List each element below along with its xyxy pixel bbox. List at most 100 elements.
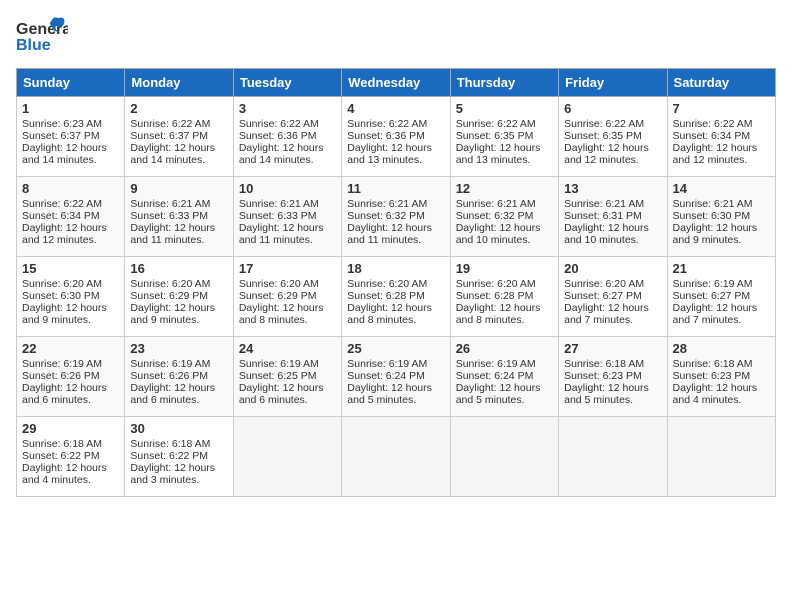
day-number: 25: [347, 341, 444, 356]
sunset-text: Sunset: 6:35 PM: [564, 130, 642, 142]
calendar-cell: [233, 417, 341, 497]
sunset-text: Sunset: 6:32 PM: [347, 210, 425, 222]
sunset-text: Sunset: 6:29 PM: [239, 290, 317, 302]
sunrise-text: Sunrise: 6:20 AM: [22, 278, 102, 290]
daylight-text: Daylight: 12 hours and 8 minutes.: [456, 302, 541, 326]
calendar-cell: 23 Sunrise: 6:19 AM Sunset: 6:26 PM Dayl…: [125, 337, 233, 417]
daylight-text: Daylight: 12 hours and 10 minutes.: [564, 222, 649, 246]
weekday-header-row: SundayMondayTuesdayWednesdayThursdayFrid…: [17, 69, 776, 97]
sunrise-text: Sunrise: 6:22 AM: [239, 118, 319, 130]
calendar-cell: [667, 417, 775, 497]
sunset-text: Sunset: 6:28 PM: [347, 290, 425, 302]
sunset-text: Sunset: 6:34 PM: [22, 210, 100, 222]
sunset-text: Sunset: 6:22 PM: [22, 450, 100, 462]
day-number: 18: [347, 261, 444, 276]
sunset-text: Sunset: 6:26 PM: [22, 370, 100, 382]
calendar-week-row: 15 Sunrise: 6:20 AM Sunset: 6:30 PM Dayl…: [17, 257, 776, 337]
weekday-header-monday: Monday: [125, 69, 233, 97]
calendar-cell: 21 Sunrise: 6:19 AM Sunset: 6:27 PM Dayl…: [667, 257, 775, 337]
weekday-header-sunday: Sunday: [17, 69, 125, 97]
calendar-week-row: 1 Sunrise: 6:23 AM Sunset: 6:37 PM Dayli…: [17, 97, 776, 177]
weekday-header-saturday: Saturday: [667, 69, 775, 97]
calendar-cell: 5 Sunrise: 6:22 AM Sunset: 6:35 PM Dayli…: [450, 97, 558, 177]
daylight-text: Daylight: 12 hours and 4 minutes.: [673, 382, 758, 406]
calendar-cell: 15 Sunrise: 6:20 AM Sunset: 6:30 PM Dayl…: [17, 257, 125, 337]
calendar-cell: 20 Sunrise: 6:20 AM Sunset: 6:27 PM Dayl…: [559, 257, 667, 337]
daylight-text: Daylight: 12 hours and 7 minutes.: [673, 302, 758, 326]
daylight-text: Daylight: 12 hours and 9 minutes.: [130, 302, 215, 326]
calendar-table: SundayMondayTuesdayWednesdayThursdayFrid…: [16, 68, 776, 497]
calendar-cell: 9 Sunrise: 6:21 AM Sunset: 6:33 PM Dayli…: [125, 177, 233, 257]
daylight-text: Daylight: 12 hours and 5 minutes.: [456, 382, 541, 406]
calendar-cell: 24 Sunrise: 6:19 AM Sunset: 6:25 PM Dayl…: [233, 337, 341, 417]
sunset-text: Sunset: 6:23 PM: [673, 370, 751, 382]
day-number: 2: [130, 101, 227, 116]
daylight-text: Daylight: 12 hours and 5 minutes.: [564, 382, 649, 406]
sunrise-text: Sunrise: 6:22 AM: [456, 118, 536, 130]
daylight-text: Daylight: 12 hours and 6 minutes.: [239, 382, 324, 406]
calendar-cell: [559, 417, 667, 497]
day-number: 11: [347, 181, 444, 196]
daylight-text: Daylight: 12 hours and 9 minutes.: [22, 302, 107, 326]
sunrise-text: Sunrise: 6:21 AM: [347, 198, 427, 210]
day-number: 21: [673, 261, 770, 276]
sunset-text: Sunset: 6:24 PM: [347, 370, 425, 382]
daylight-text: Daylight: 12 hours and 9 minutes.: [673, 222, 758, 246]
sunrise-text: Sunrise: 6:20 AM: [130, 278, 210, 290]
sunrise-text: Sunrise: 6:21 AM: [564, 198, 644, 210]
calendar-cell: 27 Sunrise: 6:18 AM Sunset: 6:23 PM Dayl…: [559, 337, 667, 417]
day-number: 16: [130, 261, 227, 276]
calendar-cell: 13 Sunrise: 6:21 AM Sunset: 6:31 PM Dayl…: [559, 177, 667, 257]
calendar-cell: 28 Sunrise: 6:18 AM Sunset: 6:23 PM Dayl…: [667, 337, 775, 417]
day-number: 29: [22, 421, 119, 436]
logo: General Blue: [16, 16, 68, 56]
daylight-text: Daylight: 12 hours and 12 minutes.: [673, 142, 758, 166]
day-number: 26: [456, 341, 553, 356]
day-number: 17: [239, 261, 336, 276]
day-number: 3: [239, 101, 336, 116]
page-header: General Blue: [16, 16, 776, 56]
sunrise-text: Sunrise: 6:19 AM: [347, 358, 427, 370]
day-number: 14: [673, 181, 770, 196]
sunset-text: Sunset: 6:25 PM: [239, 370, 317, 382]
calendar-cell: 17 Sunrise: 6:20 AM Sunset: 6:29 PM Dayl…: [233, 257, 341, 337]
calendar-cell: 6 Sunrise: 6:22 AM Sunset: 6:35 PM Dayli…: [559, 97, 667, 177]
daylight-text: Daylight: 12 hours and 8 minutes.: [347, 302, 432, 326]
sunrise-text: Sunrise: 6:19 AM: [130, 358, 210, 370]
day-number: 7: [673, 101, 770, 116]
daylight-text: Daylight: 12 hours and 13 minutes.: [456, 142, 541, 166]
sunset-text: Sunset: 6:33 PM: [130, 210, 208, 222]
calendar-cell: 26 Sunrise: 6:19 AM Sunset: 6:24 PM Dayl…: [450, 337, 558, 417]
day-number: 28: [673, 341, 770, 356]
calendar-week-row: 29 Sunrise: 6:18 AM Sunset: 6:22 PM Dayl…: [17, 417, 776, 497]
calendar-cell: 14 Sunrise: 6:21 AM Sunset: 6:30 PM Dayl…: [667, 177, 775, 257]
sunrise-text: Sunrise: 6:22 AM: [130, 118, 210, 130]
sunrise-text: Sunrise: 6:21 AM: [239, 198, 319, 210]
day-number: 23: [130, 341, 227, 356]
sunset-text: Sunset: 6:22 PM: [130, 450, 208, 462]
daylight-text: Daylight: 12 hours and 12 minutes.: [564, 142, 649, 166]
day-number: 8: [22, 181, 119, 196]
sunset-text: Sunset: 6:30 PM: [22, 290, 100, 302]
day-number: 27: [564, 341, 661, 356]
sunset-text: Sunset: 6:27 PM: [564, 290, 642, 302]
calendar-cell: 12 Sunrise: 6:21 AM Sunset: 6:32 PM Dayl…: [450, 177, 558, 257]
sunrise-text: Sunrise: 6:20 AM: [564, 278, 644, 290]
daylight-text: Daylight: 12 hours and 12 minutes.: [22, 222, 107, 246]
sunset-text: Sunset: 6:32 PM: [456, 210, 534, 222]
day-number: 20: [564, 261, 661, 276]
day-number: 15: [22, 261, 119, 276]
sunrise-text: Sunrise: 6:20 AM: [347, 278, 427, 290]
calendar-cell: 29 Sunrise: 6:18 AM Sunset: 6:22 PM Dayl…: [17, 417, 125, 497]
day-number: 10: [239, 181, 336, 196]
calendar-cell: 1 Sunrise: 6:23 AM Sunset: 6:37 PM Dayli…: [17, 97, 125, 177]
calendar-week-row: 22 Sunrise: 6:19 AM Sunset: 6:26 PM Dayl…: [17, 337, 776, 417]
calendar-cell: [450, 417, 558, 497]
sunrise-text: Sunrise: 6:22 AM: [564, 118, 644, 130]
day-number: 4: [347, 101, 444, 116]
calendar-cell: 30 Sunrise: 6:18 AM Sunset: 6:22 PM Dayl…: [125, 417, 233, 497]
calendar-cell: 11 Sunrise: 6:21 AM Sunset: 6:32 PM Dayl…: [342, 177, 450, 257]
sunrise-text: Sunrise: 6:18 AM: [564, 358, 644, 370]
daylight-text: Daylight: 12 hours and 11 minutes.: [347, 222, 432, 246]
day-number: 22: [22, 341, 119, 356]
